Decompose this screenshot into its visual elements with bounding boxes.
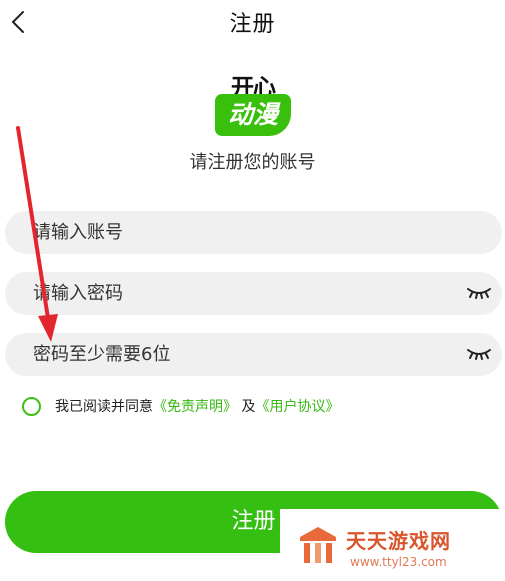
account-field[interactable] <box>5 211 502 254</box>
agreement-prefix: 我已阅读并同意 <box>55 399 153 415</box>
watermark-title: 天天游戏网 <box>346 529 451 553</box>
password-input[interactable] <box>33 272 453 315</box>
disclaimer-link[interactable]: 《免责声明》 <box>153 399 237 415</box>
logo-top-text: 开心 <box>231 75 276 101</box>
logo-badge: 动漫 <box>215 94 291 136</box>
agreement-row: 我已阅读并同意《免责声明》 及《用户协议》 <box>22 394 339 418</box>
agreement-conjunction: 及 <box>241 399 256 415</box>
watermark: 天天游戏网 www.ttyl23.com <box>280 509 505 581</box>
user-agreement-link[interactable]: 《用户协议》 <box>255 399 339 415</box>
logo-badge-text: 动漫 <box>227 100 278 129</box>
eye-closed-icon[interactable] <box>466 285 492 301</box>
watermark-logo-icon <box>300 527 336 563</box>
password-field[interactable] <box>5 272 502 315</box>
password-confirm-input[interactable] <box>33 333 453 376</box>
agreement-checkbox[interactable] <box>22 396 41 416</box>
eye-closed-icon[interactable] <box>466 346 492 362</box>
password-confirm-field[interactable] <box>5 333 502 376</box>
account-input[interactable] <box>33 211 453 254</box>
watermark-url: www.ttyl23.com <box>350 555 447 569</box>
app-logo: 开心 动漫 <box>213 68 293 140</box>
subtitle: 请注册您的账号 <box>189 152 316 173</box>
agreement-text: 我已阅读并同意《免责声明》 及《用户协议》 <box>55 396 339 416</box>
header: 注册 <box>0 0 505 44</box>
page-title: 注册 <box>229 12 276 37</box>
